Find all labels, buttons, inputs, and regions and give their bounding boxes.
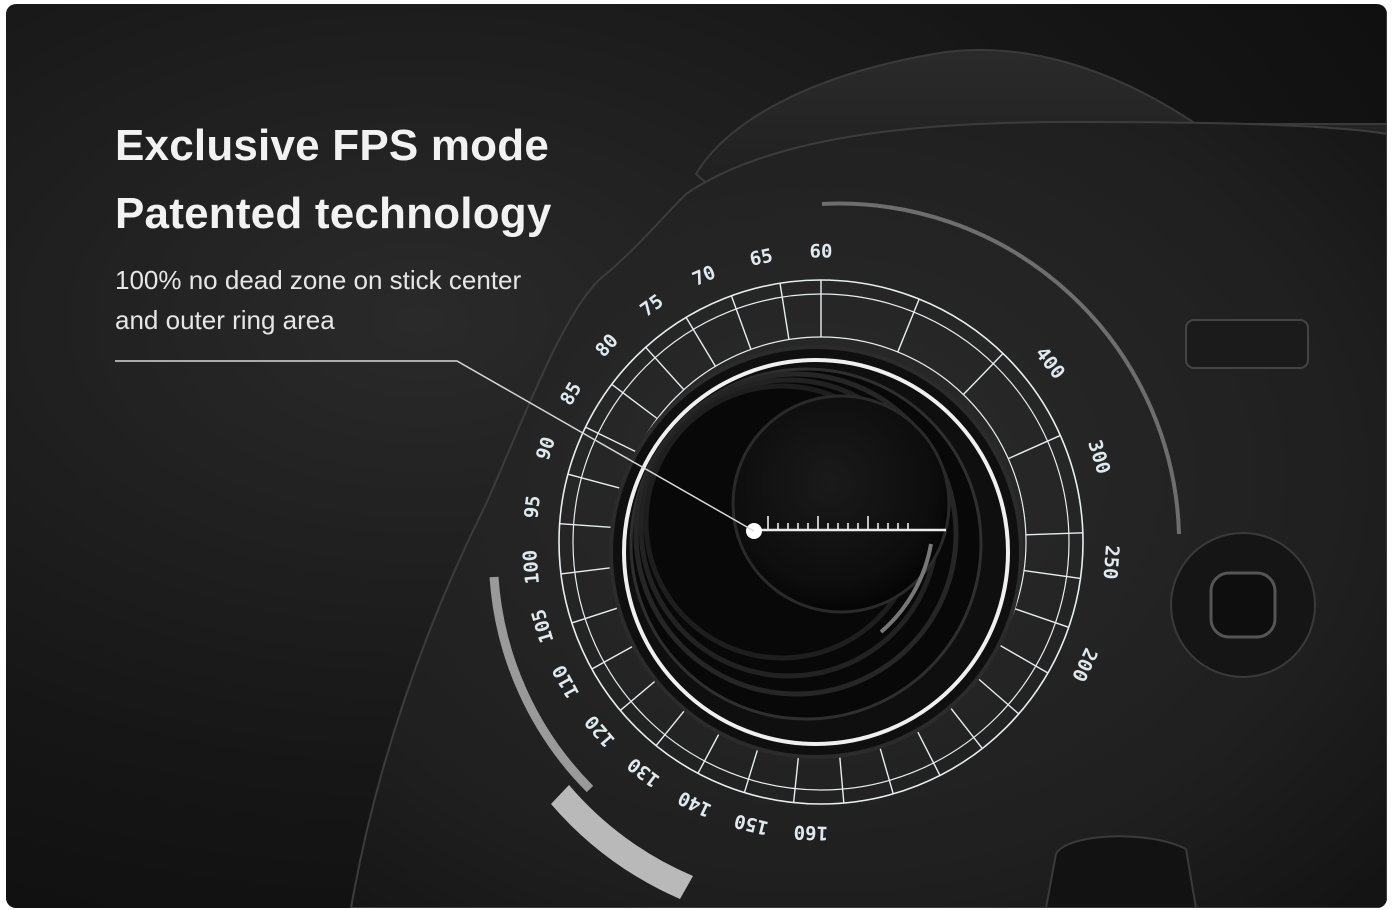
- controller-round-button: [1170, 532, 1316, 678]
- dial-label-right: 250: [1099, 544, 1123, 580]
- headline-line-2: Patented technology: [115, 189, 552, 238]
- dial-label-left: 160: [793, 821, 828, 844]
- controller-lower-button: [1044, 835, 1198, 908]
- controller-button-rect: [1185, 319, 1309, 369]
- subtitle-line-1: 100% no dead zone on stick center: [115, 265, 522, 295]
- dial-label-left: 60: [810, 241, 833, 263]
- dial-label-left: 65: [748, 245, 775, 271]
- product-image-frame: 60 65 70 75 80 85 90 95 100 105 110 120 130 140 150 160…: [6, 4, 1387, 908]
- headline-line-1: Exclusive FPS mode: [115, 121, 549, 170]
- subtitle-line-2: and outer ring area: [115, 305, 335, 335]
- dial-label-left: 95: [520, 494, 545, 519]
- dial-label-left: 100: [519, 549, 544, 585]
- thumbstick: [609, 345, 1023, 759]
